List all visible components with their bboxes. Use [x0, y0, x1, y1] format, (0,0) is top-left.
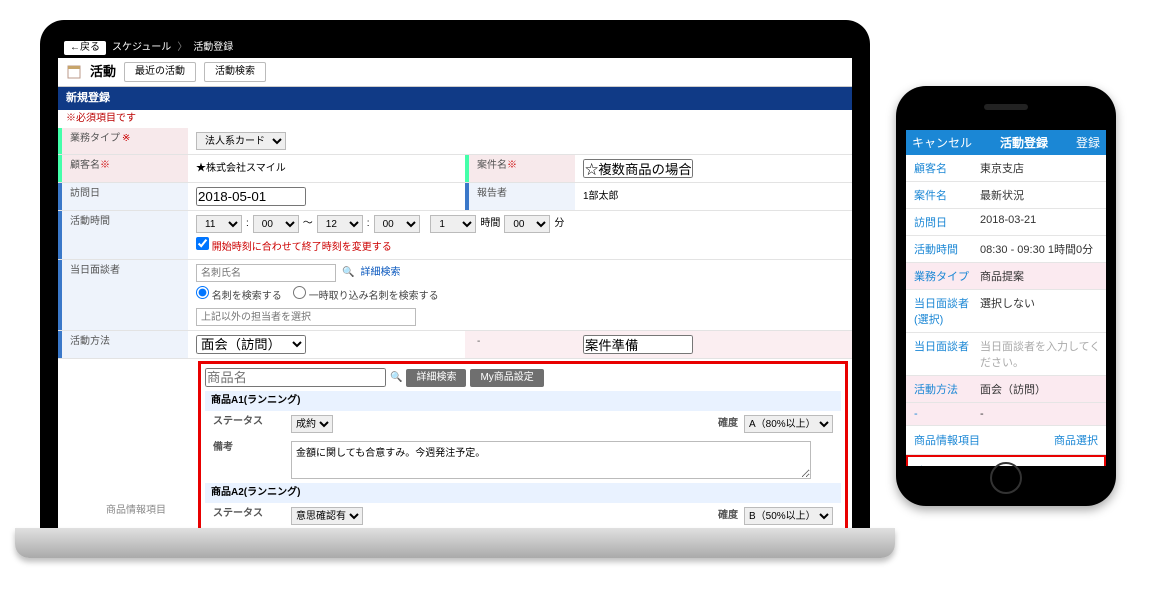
window-bar: ←戻る スケジュール 〉 活動登録 [58, 38, 852, 58]
tab-recent[interactable]: 最近の活動 [124, 62, 196, 82]
end-hour[interactable]: 12 [317, 215, 363, 233]
label-project: 案件名※ [465, 155, 575, 182]
status-select-1[interactable]: 成約 [291, 415, 333, 433]
p-dash-v: - [976, 403, 1106, 425]
save-button[interactable]: 登録 [1076, 134, 1100, 151]
dur-num[interactable]: 1 [430, 215, 476, 233]
breadcrumb-1[interactable]: スケジュール [112, 41, 171, 55]
p-dash-l: - [906, 403, 976, 425]
other-person-input[interactable] [196, 308, 416, 326]
tab-search[interactable]: 活動検索 [204, 62, 266, 82]
p-split-l: 商品情報項目 [914, 432, 980, 448]
phone-nav-bar: キャンセル 活動登録 登録 [906, 130, 1106, 155]
label-biztype: 業務タイプ※ [58, 128, 188, 154]
search-icon[interactable]: 🔍 [390, 371, 402, 385]
product-header-1: 商品A1(ランニング) [205, 391, 841, 411]
label-customer: 顧客名※ [58, 155, 188, 182]
p-meth-v[interactable]: 面会（訪問） [976, 376, 1106, 402]
method-select[interactable]: 面会（訪問） [196, 335, 306, 354]
start-hour[interactable]: 11 [196, 215, 242, 233]
p-time-v: 08:30 - 09:30 1時間0分 [976, 236, 1106, 262]
value-customer: ★株式会社スマイル [188, 155, 465, 182]
chevron-down-icon: ⌄ [1087, 463, 1096, 466]
end-min[interactable]: 00 [374, 215, 420, 233]
cancel-button[interactable]: キャンセル [912, 134, 972, 151]
biztype-select[interactable]: 法人系カード [196, 132, 286, 150]
laptop-base [15, 528, 895, 558]
status-label: ステータス [213, 415, 283, 429]
memo-input-1[interactable]: 金額に関しても合意すみ。今週発注予定。 [291, 441, 811, 479]
proj-prep-input[interactable] [583, 335, 693, 354]
value-project[interactable] [575, 155, 852, 182]
prob-label: 確度 [718, 417, 738, 431]
p-sel-v[interactable]: 選択しない [976, 290, 1106, 332]
radio-2[interactable]: 一時取り込み名刺を検索する [293, 291, 439, 302]
p-visit-v: 2018-03-21 [976, 209, 1106, 235]
product-section: 🔍 詳細検索 My商品設定 商品A1(ランニング) ステータス 成約 確度 A（… [198, 361, 848, 528]
adv-search-link[interactable]: 詳細検索 [360, 266, 400, 280]
activity-icon [66, 64, 82, 80]
prob-select-1[interactable]: A（80%以上） [744, 415, 833, 433]
label-extra: - [465, 331, 575, 358]
label-reporter: 報告者 [465, 183, 575, 210]
search-icon[interactable]: 🔍 [342, 266, 354, 280]
phone-title: 活動登録 [1000, 134, 1048, 151]
value-reporter: 1部太郎 [575, 183, 852, 210]
label-prodsec: 商品情報項目 [106, 501, 166, 516]
p-proj-v: 最新状況 [976, 182, 1106, 208]
label-visit: 訪問日 [58, 183, 188, 210]
p-cust-l: 顧客名 [906, 155, 976, 181]
p-cust-v: 東京支店 [976, 155, 1106, 181]
p-proj-l: 案件名 [906, 182, 976, 208]
phone-frame: キャンセル 活動登録 登録 顧客名東京支店 案件名最新状況 訪問日2018-03… [896, 86, 1116, 506]
phone-product-section: 商品A⌄ 商品B⌃ 検収状態受注済 更新情報選択しない 売上見込み○ [906, 455, 1106, 466]
radio-1[interactable]: 名刺を検索する [196, 291, 282, 302]
dur-min[interactable]: 00 [504, 215, 550, 233]
p-biz-l: 業務タイプ [906, 263, 976, 289]
time-sync-checkbox[interactable]: 開始時刻に合わせて終了時刻を変更する [196, 237, 392, 255]
prob-select-2[interactable]: B（50%以上） [744, 507, 833, 525]
p-acc-a[interactable]: 商品A⌄ [908, 457, 1104, 466]
breadcrumb-2: 活動登録 [193, 41, 233, 55]
min-unit: 分 [554, 217, 564, 231]
start-min[interactable]: 00 [253, 215, 299, 233]
p-split-r[interactable]: 商品選択 [1054, 432, 1098, 448]
product-search[interactable] [205, 368, 386, 387]
p-time-l: 活動時間 [906, 236, 976, 262]
label-method: 活動方法 [58, 331, 188, 358]
required-note: ※必須項目です [58, 110, 852, 128]
p-sel-l: 当日面談者(選択) [906, 290, 976, 332]
name-search-input[interactable] [196, 264, 336, 282]
product-header-2: 商品A2(ランニング) [205, 483, 841, 503]
p-split: 商品情報項目 商品選択 [906, 426, 1106, 455]
back-button[interactable]: ←戻る [64, 41, 106, 55]
my-product-button[interactable]: My商品設定 [470, 369, 543, 387]
label-time: 活動時間 [58, 211, 188, 259]
prob-label: 確度 [718, 509, 738, 523]
p-inp-v[interactable]: 当日面談者を入力してください。 [976, 333, 1106, 375]
product-adv-search-button[interactable]: 詳細検索 [406, 369, 466, 387]
status-select-2[interactable]: 意思確認有 [291, 507, 363, 525]
breadcrumb-sep: 〉 [177, 41, 187, 55]
memo-label: 備考 [213, 441, 283, 455]
section-header: 新規登録 [58, 87, 852, 110]
dur-unit: 時間 [480, 217, 500, 231]
p-inp-l: 当日面談者 [906, 333, 976, 375]
label-interviewer: 当日面談者 [58, 260, 188, 330]
p-meth-l: 活動方法 [906, 376, 976, 402]
p-visit-l: 訪問日 [906, 209, 976, 235]
p-biz-v: 商品提案 [976, 263, 1106, 289]
status-label: ステータス [213, 507, 283, 521]
value-visit[interactable] [188, 183, 465, 210]
page-title: 活動 [90, 63, 116, 81]
title-bar: 活動 最近の活動 活動検索 [58, 58, 852, 87]
